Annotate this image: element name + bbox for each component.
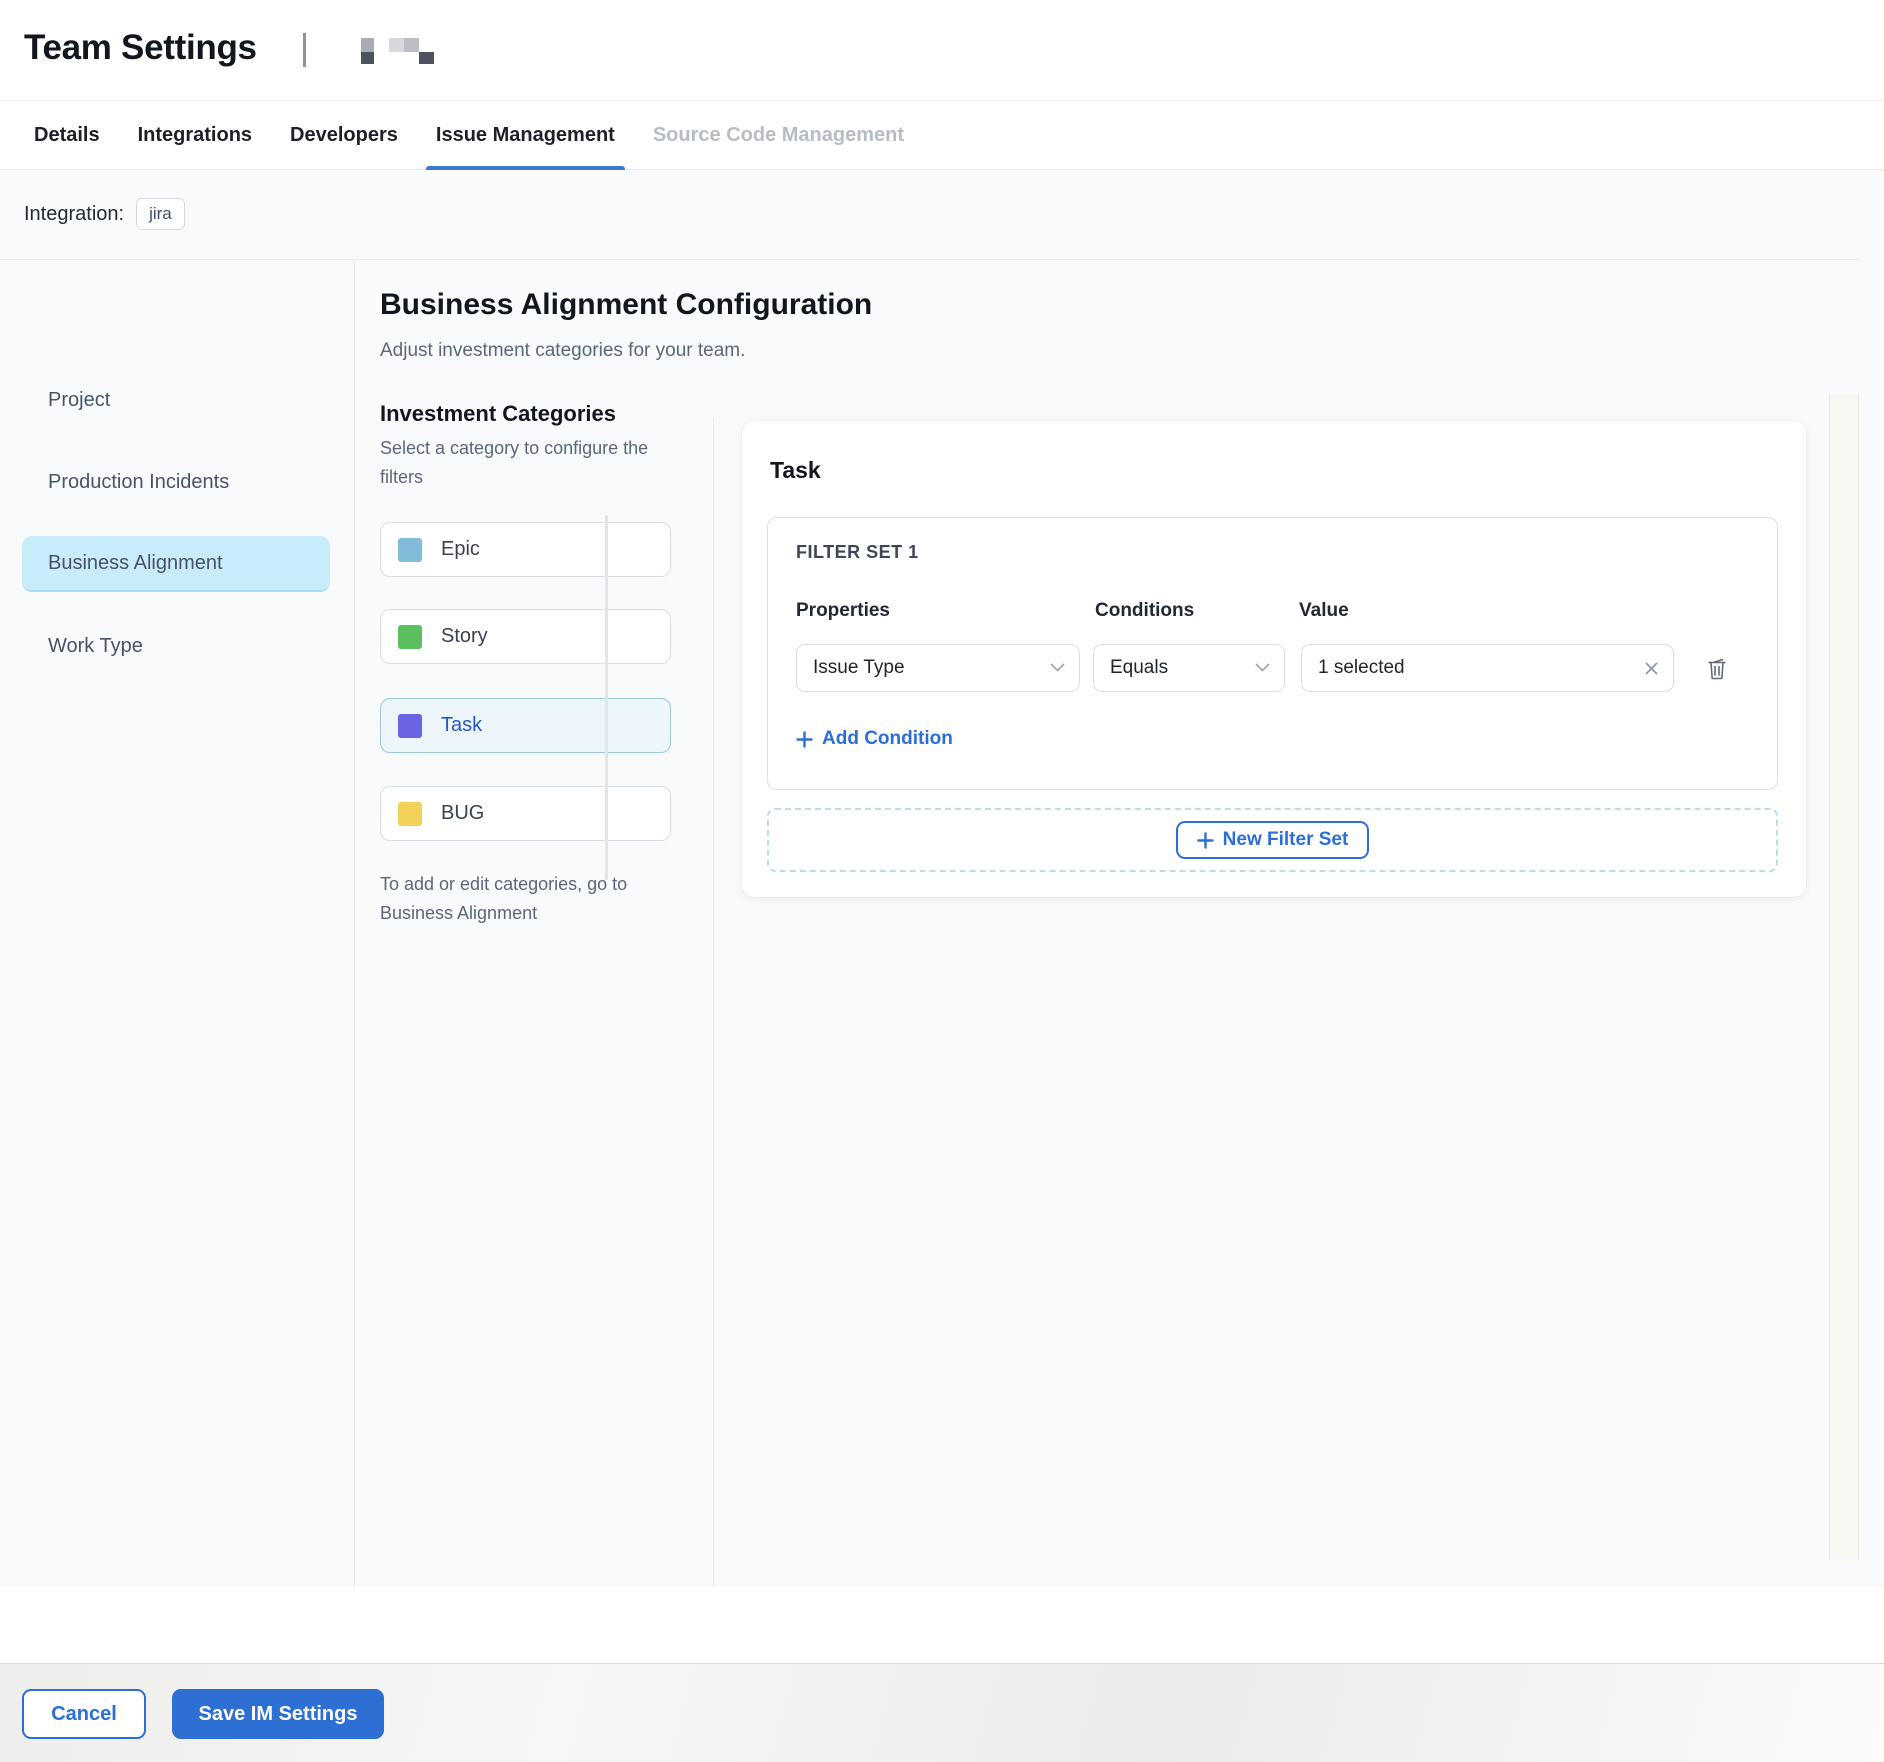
categories-note: To add or edit categories, go to Busines… [380,870,672,928]
redacted-team-name-block [419,52,434,64]
sidebar-item-work-type[interactable]: Work Type [48,635,143,658]
new-filter-set-label: New Filter Set [1223,829,1349,851]
new-filter-set-button[interactable]: New Filter Set [1176,821,1370,859]
add-condition-label: Add Condition [822,728,953,750]
tab-bar: Details Integrations Developers Issue Ma… [0,100,1884,170]
tab-developers[interactable]: Developers [290,101,398,169]
plus-icon [796,731,813,748]
category-label: Story [441,625,488,648]
column-header-value: Value [1299,600,1349,622]
condition-select-value: Equals [1110,657,1168,679]
redacted-team-name-block [389,38,404,52]
category-card-task[interactable]: Task [380,698,671,753]
category-label: Task [441,714,482,737]
redacted-team-name-block [361,52,374,64]
content-region: Integration: jira Project Production Inc… [0,170,1884,1587]
category-color-swatch [398,625,422,649]
team-settings-page: Team Settings Details Integrations Devel… [0,0,1884,1762]
chevron-down-icon [1050,663,1065,673]
chevron-down-icon [1255,663,1270,673]
cancel-button[interactable]: Cancel [22,1689,146,1739]
settings-sidebar: Project Production Incidents Business Al… [0,260,355,1587]
category-color-swatch [398,538,422,562]
property-select-value: Issue Type [813,657,905,679]
footer-action-bar: Cancel Save IM Settings [0,1663,1884,1762]
category-label: BUG [441,802,484,825]
investment-categories-heading: Investment Categories [380,401,616,427]
tab-issue-management[interactable]: Issue Management [436,101,615,169]
value-selected-text: 1 selected [1318,657,1405,679]
sidebar-item-production-incidents[interactable]: Production Incidents [48,471,229,494]
column-header-conditions: Conditions [1095,600,1194,622]
page-title: Team Settings [24,28,257,68]
add-condition-button[interactable]: Add Condition [796,728,953,750]
property-select[interactable]: Issue Type [796,644,1080,692]
plus-icon [1197,832,1214,849]
section-title: Business Alignment Configuration [380,288,872,322]
integration-badge: jira [136,198,185,230]
integration-label: Integration: [24,203,124,226]
category-card-bug[interactable]: BUG [380,786,671,841]
tab-source-code-management[interactable]: Source Code Management [653,101,904,169]
task-filter-panel: Task FILTER SET 1 Properties Conditions … [742,421,1806,897]
value-multiselect[interactable]: 1 selected [1301,644,1674,692]
categories-scrollbar[interactable] [605,515,608,880]
tab-integrations[interactable]: Integrations [138,101,252,169]
trash-icon [1705,656,1729,682]
redacted-team-name-block [404,38,419,52]
sidebar-item-project[interactable]: Project [48,389,110,412]
investment-categories-helper: Select a category to configure the filte… [380,434,690,492]
column-header-properties: Properties [796,600,890,622]
vertical-scrollbar[interactable] [1829,395,1859,1560]
category-color-swatch [398,714,422,738]
delete-condition-button[interactable] [1704,656,1730,682]
section-subtitle: Adjust investment categories for your te… [380,340,745,362]
title-separator [303,33,306,67]
integration-row: Integration: jira [24,198,185,230]
filter-set-card: FILTER SET 1 Properties Conditions Value… [767,517,1778,790]
categories-divider [713,417,714,1587]
category-card-epic[interactable]: Epic [380,522,671,577]
new-filter-set-zone: New Filter Set [767,808,1778,872]
category-color-swatch [398,802,422,826]
panel-title: Task [770,457,821,484]
clear-value-icon[interactable] [1644,661,1659,676]
sidebar-item-business-alignment[interactable]: Business Alignment [22,536,330,592]
sidebar-item-label: Business Alignment [48,552,223,575]
tab-details[interactable]: Details [34,101,100,169]
category-card-story[interactable]: Story [380,609,671,664]
category-label: Epic [441,538,480,561]
save-im-settings-button[interactable]: Save IM Settings [172,1689,384,1739]
condition-select[interactable]: Equals [1093,644,1285,692]
filter-set-label: FILTER SET 1 [796,542,919,563]
redacted-team-name-block [361,38,374,52]
